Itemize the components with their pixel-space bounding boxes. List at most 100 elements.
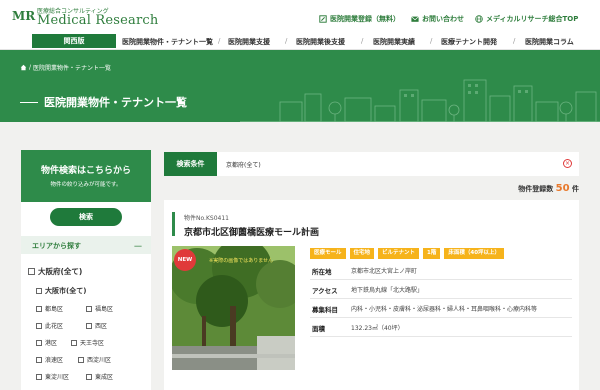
breadcrumb-current: 医院開業物件・テナント一覧 — [33, 65, 112, 72]
checkbox-ward[interactable]: 東淀川区 — [36, 372, 69, 381]
conditions-value: 京都府(全て) — [226, 162, 261, 169]
nav-divider: / — [285, 37, 288, 45]
checkbox-box[interactable] — [71, 339, 77, 346]
breadcrumb-separator: / — [29, 64, 32, 71]
checkbox-box[interactable] — [36, 288, 42, 294]
nav-divider: / — [513, 37, 516, 45]
page-title-wrap: 医院開業物件・テナント一覧 — [20, 94, 187, 110]
checkbox-ward[interactable]: 東成区 — [86, 372, 113, 381]
nav-item-after-support[interactable]: 医院開業後支援 — [296, 37, 345, 47]
sidebar-title: 物件検索はこちらから — [40, 166, 131, 176]
checkbox-label: 都島区 — [45, 306, 64, 313]
nav-divider: / — [361, 37, 364, 45]
checkbox-ward[interactable]: 福島区 — [86, 304, 113, 313]
checkbox-ward[interactable]: 港区 — [36, 338, 57, 347]
property-card[interactable]: 物件No.KS0411 京都市北区御薗橋医療モール計画 NEW ※実際の画像では… — [164, 200, 579, 390]
checkbox-label: 浪速区 — [45, 357, 64, 364]
page-title: 医院開業物件・テナント一覧 — [44, 96, 187, 109]
area-filter-title: エリアから探す — [32, 242, 81, 250]
card-accent-bar — [172, 212, 175, 236]
detail-value: 内科・小児科・皮膚科・泌尿器科・婦人科・耳鼻咽喉科・心療内科等 — [351, 306, 538, 313]
checkbox-box[interactable] — [36, 339, 42, 346]
search-button[interactable]: 検索 — [50, 208, 122, 226]
title-dash — [20, 101, 38, 103]
checkbox-box[interactable] — [86, 322, 92, 329]
detail-key: 募集科目 — [312, 306, 338, 314]
nav-item-tenant-development[interactable]: 医療テナント開発 — [441, 37, 497, 47]
checkbox-label: 西淀川区 — [87, 357, 112, 364]
checkbox-label: 此花区 — [45, 323, 64, 330]
property-tags: 医療モール 住宅地 ビルテナント 1階 床面積（40坪以上） — [310, 248, 505, 259]
checkbox-box[interactable] — [36, 356, 42, 363]
search-conditions-bar: 検索条件 京都府(全て) × — [164, 152, 579, 176]
tag-building-tenant: ビルテナント — [378, 248, 420, 259]
tag-medical-mall: 医療モール — [310, 248, 346, 259]
site-header: MR 医療総合コンサルティング Medical Research 医院開業登録（… — [0, 0, 600, 33]
collapse-icon[interactable]: － — [133, 238, 143, 253]
nav-divider: / — [218, 37, 221, 45]
nav-item-opening-support[interactable]: 医院開業支援 — [228, 37, 270, 47]
result-count-unit: 件 — [572, 185, 579, 193]
checkbox-label: 大阪府(全て) — [38, 267, 83, 276]
region-selector[interactable]: 関西版 — [32, 34, 116, 48]
detail-value: 京都市北区大宮上ノ岸町 — [351, 268, 418, 275]
detail-row-access: アクセス 地下鉄烏丸線「北大路駅」 — [310, 280, 572, 299]
photo-caption: ※実際の画像ではありません — [209, 258, 274, 264]
checkbox-label: 東淀川区 — [45, 374, 70, 381]
detail-key: アクセス — [312, 287, 338, 295]
logo-mark: MR — [12, 9, 36, 23]
detail-key: 面積 — [312, 325, 325, 333]
nav-item-column[interactable]: 医院開業コラム — [525, 37, 574, 47]
nav-item-track-record[interactable]: 医院開業実績 — [373, 37, 415, 47]
register-link[interactable]: 医院開業登録（無料） — [319, 14, 400, 24]
checkbox-label: 大阪市(全て) — [45, 287, 87, 295]
property-photo[interactable]: NEW ※実際の画像ではありません — [172, 246, 295, 370]
contact-link[interactable]: お問い合わせ — [411, 14, 464, 24]
property-title[interactable]: 京都市北区御薗橋医療モール計画 — [184, 225, 319, 238]
nav-divider: / — [430, 37, 433, 45]
search-sidebar: 物件検索はこちらから 物件の絞り込みが可能です。 検索 エリアから探す － 大阪… — [21, 150, 151, 390]
register-link-label: 医院開業登録（無料） — [330, 15, 400, 23]
mail-icon — [411, 16, 419, 22]
nav-item-property-list[interactable]: 医院開業物件・テナント一覧 — [122, 37, 213, 47]
checkbox-box[interactable] — [36, 373, 42, 380]
result-count: 物件登録数 50 件 — [518, 183, 579, 194]
breadcrumb: / 医院開業物件・テナント一覧 — [20, 63, 111, 72]
home-icon[interactable] — [20, 64, 27, 71]
checkbox-ward[interactable]: 浪速区 — [36, 355, 63, 364]
checkbox-box[interactable] — [86, 373, 92, 380]
new-badge: NEW — [174, 249, 196, 271]
checkbox-label: 天王寺区 — [80, 340, 105, 347]
tag-residential: 住宅地 — [349, 248, 375, 259]
checkbox-box[interactable] — [78, 356, 84, 363]
result-count-number: 50 — [555, 183, 570, 194]
clear-conditions-icon[interactable]: × — [563, 159, 572, 168]
checkbox-ward[interactable]: 都島区 — [36, 304, 63, 313]
group-top-link[interactable]: メディカルリサーチ総合TOP — [475, 14, 578, 24]
area-filter-header[interactable]: エリアから探す － — [21, 236, 151, 254]
tag-floor: 1階 — [423, 248, 441, 259]
checkbox-label: 港区 — [45, 340, 58, 347]
result-count-label: 物件登録数 — [518, 185, 554, 193]
checkbox-city[interactable]: 大阪市(全て) — [36, 286, 86, 296]
page-banner: / 医院開業物件・テナント一覧 医院開業物件・テナント一覧 — [0, 50, 600, 122]
detail-key: 所在地 — [312, 268, 332, 276]
edit-icon — [319, 15, 327, 23]
checkbox-ward[interactable]: 西区 — [86, 321, 107, 330]
checkbox-box[interactable] — [36, 322, 42, 329]
checkbox-box[interactable] — [36, 305, 42, 312]
checkbox-ward[interactable]: 西淀川区 — [78, 355, 111, 364]
checkbox-ward[interactable]: 天王寺区 — [71, 338, 104, 347]
detail-value: 132.23㎡（40坪） — [351, 325, 404, 332]
checkbox-box[interactable] — [86, 305, 92, 312]
checkbox-box[interactable] — [28, 268, 35, 275]
checkbox-label: 福島区 — [95, 306, 114, 313]
cityscape-illustration — [240, 79, 600, 122]
checkbox-label: 東成区 — [95, 374, 114, 381]
detail-row-location: 所在地 京都市北区大宮上ノ岸町 — [310, 261, 572, 280]
checkbox-ward[interactable]: 此花区 — [36, 321, 63, 330]
checkbox-prefecture[interactable]: 大阪府(全て) — [28, 266, 82, 277]
main-nav: 関西版 医院開業物件・テナント一覧 / 医院開業支援 / 医院開業後支援 / 医… — [0, 33, 600, 50]
tag-floor-area: 床面積（40坪以上） — [444, 248, 505, 259]
logo-title: Medical Research — [37, 13, 159, 28]
